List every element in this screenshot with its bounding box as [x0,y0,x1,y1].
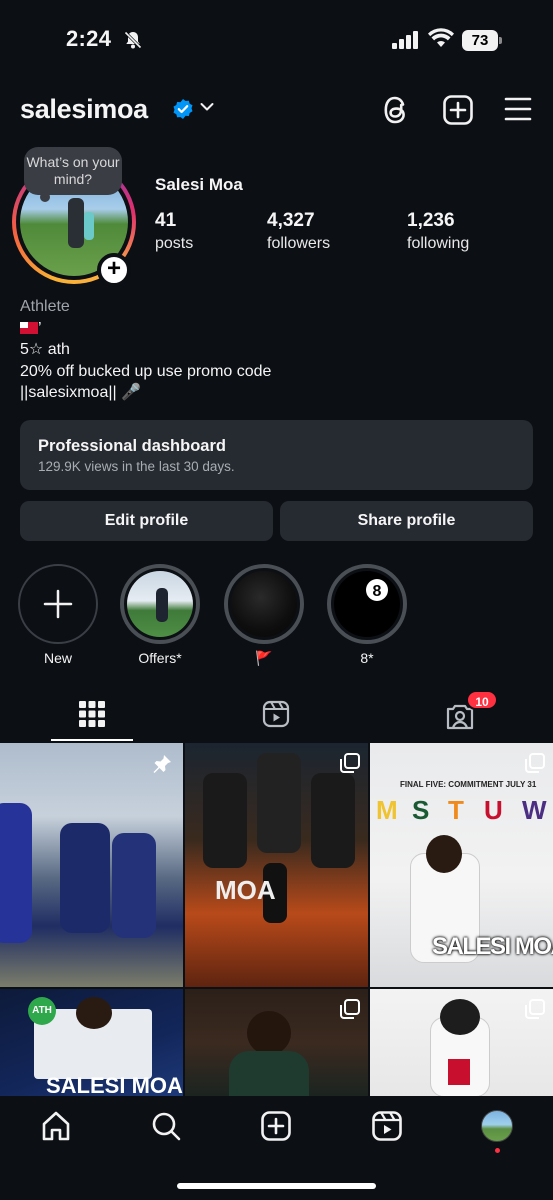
cellular-signal-icon [392,31,418,49]
verified-badge-icon [173,99,193,119]
dashboard-subtitle: 129.9K views in the last 30 days. [38,459,235,474]
highlight-offers-circle [120,564,200,644]
wifi-icon [428,28,454,47]
home-indicator[interactable] [177,1183,376,1189]
profile-category: Athlete [20,298,70,315]
post-figure [60,823,110,933]
followers-count: 4,327 [267,210,315,231]
avatar-figure [68,198,84,248]
hamburger-menu-icon[interactable] [504,96,532,122]
post-tile[interactable] [185,989,368,1097]
highlight-label: New [43,650,72,666]
highlight-flag-image [231,571,297,637]
highlight-offers-figure [156,588,168,622]
bio-line-flag: ’ [20,318,271,340]
highlight-flag-circle [224,564,304,644]
create-icon[interactable] [260,1110,292,1142]
post-headline: FINAL FIVE: COMMITMENT JULY 31 [400,780,537,789]
post-tile[interactable] [370,989,553,1097]
post-figure [257,753,301,853]
following-count: 1,236 [407,210,455,231]
post-tile[interactable]: ATH SALESI MOA [0,989,183,1097]
highlight-new[interactable]: New [18,564,98,666]
followers-label: followers [267,235,331,252]
share-profile-button[interactable]: Share profile [280,501,533,541]
battery-tip [499,37,502,44]
edit-profile-button[interactable]: Edit profile [20,501,273,541]
post-figure-head [426,835,462,873]
threads-icon[interactable] [381,94,411,126]
professional-dashboard[interactable]: Professional dashboard 129.9K views in t… [20,420,533,490]
reels-tab-icon[interactable] [262,700,290,728]
avatar-figure-secondary [84,212,94,240]
profile-nav-avatar[interactable] [481,1110,513,1142]
reels-icon[interactable] [371,1110,403,1142]
post-figure [0,803,32,943]
post-tile[interactable]: FINAL FIVE: COMMITMENT JULY 31 M S T U W… [370,743,553,987]
school-logos: M S T U W [376,795,547,825]
post-figure [203,773,247,868]
following-label: following [407,235,470,252]
status-time: 2:24 [66,26,112,51]
note-bubble-tail [40,192,50,202]
status-bar: 2:24 73 [0,0,553,80]
following-stat[interactable]: 1,236 following [407,210,469,253]
note-bubble[interactable]: What’s on your mind? [24,147,122,195]
highlight-label: 🚩 [255,650,273,666]
post-figure [229,1051,309,1097]
search-icon[interactable] [150,1110,182,1142]
eight-ball-icon: 8 [366,579,388,601]
highlight-new-circle [18,564,98,644]
username[interactable]: salesimoa [20,94,148,125]
highlight-label: Offers* [138,650,182,666]
post-caption: MOA [215,875,276,905]
profile-header: salesimoa [0,88,553,132]
notification-dot [495,1148,500,1153]
highlight-flag[interactable]: 🚩 [224,564,304,667]
posts-label: posts [155,235,194,252]
bell-slash-icon [123,30,143,50]
create-post-icon[interactable] [442,94,474,126]
highlight-8-circle: 8 [327,564,407,644]
add-story-button[interactable]: + [97,253,131,287]
tagged-count-badge: 10 [466,690,498,710]
dashboard-title: Professional dashboard [38,437,226,455]
active-tab-indicator [51,739,133,741]
chevron-down-icon[interactable] [200,102,214,112]
carousel-icon [525,999,545,1019]
bio-line-flag-suffix: ’ [38,319,42,337]
home-icon[interactable] [40,1110,72,1142]
post-tile[interactable] [0,743,183,987]
grid-icon[interactable] [79,701,105,727]
tonga-flag-icon [20,322,38,335]
bio-line: 5☆ ath [20,341,70,358]
ath-badge: ATH [28,997,56,1025]
post-jersey-number [448,1059,470,1085]
post-figure [311,773,355,868]
carousel-icon [340,999,360,1019]
post-name: SALESI MOA [432,933,553,960]
post-figure-head [440,999,480,1035]
followers-stat[interactable]: 4,327 followers [267,210,330,253]
post-figure [112,833,156,938]
highlight-offers[interactable]: Offers* [120,564,200,666]
highlight-8[interactable]: 8 8* [327,564,407,666]
pinned-icon [153,755,171,773]
post-figure-head [247,1011,291,1055]
posts-stat[interactable]: 41 posts [155,210,193,253]
plus-icon [43,589,73,619]
display-name: Salesi Moa [155,175,243,194]
bio: Athlete ’ 5☆ ath 20% off bucked up use p… [20,296,271,404]
battery-indicator: 73 [462,30,498,51]
post-figure-head [76,997,112,1029]
carousel-icon [340,753,360,773]
bio-line: ||salesixmoa|| 🎤 [20,384,142,401]
bio-line: 20% off bucked up use promo code [20,362,272,380]
post-tile[interactable]: MOA [185,743,368,987]
post-name: SALESI MOA [46,1073,183,1097]
highlight-label: 8* [360,650,374,666]
carousel-icon [525,753,545,773]
svg-text:8: 8 [373,583,382,600]
posts-count: 41 [155,210,177,231]
